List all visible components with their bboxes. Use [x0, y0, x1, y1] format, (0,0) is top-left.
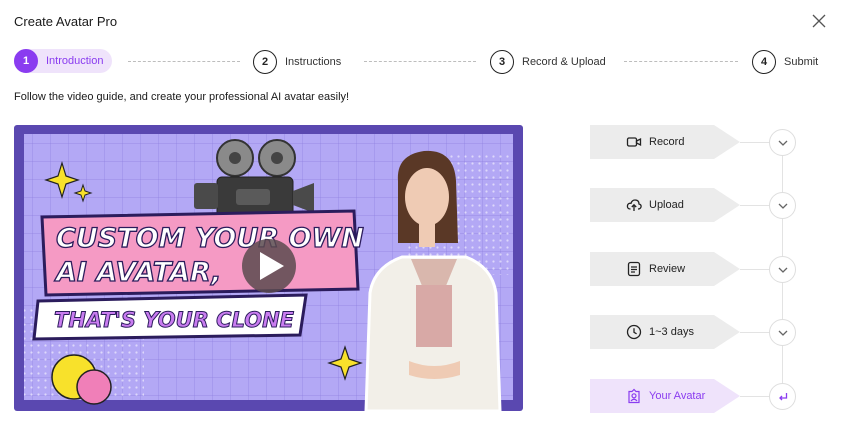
avatar-workflow: Record Upload Review 1~3 days Your Avata… [590, 125, 810, 415]
expand-upload-button[interactable] [769, 192, 796, 219]
your-avatar-action-button[interactable] [769, 383, 796, 410]
play-button[interactable] [242, 239, 296, 293]
expand-processing-button[interactable] [769, 319, 796, 346]
workflow-step-record: Record [590, 125, 740, 159]
step-submit[interactable]: 4 Submit [752, 49, 818, 75]
expand-record-button[interactable] [769, 129, 796, 156]
chevron-down-icon [778, 267, 787, 273]
intro-text: Follow the video guide, and create your … [14, 91, 350, 103]
workflow-connector [740, 142, 770, 143]
step-number: 1 [14, 49, 38, 73]
workflow-connector [740, 396, 770, 397]
step-label: Submit [784, 56, 819, 68]
workflow-step-review: Review [590, 252, 740, 286]
workflow-step-your-avatar: Your Avatar [590, 379, 740, 413]
workflow-step-label: Your Avatar [649, 390, 706, 402]
step-label: Instructions [285, 56, 342, 68]
return-arrow-icon [778, 392, 787, 400]
close-icon[interactable] [810, 12, 828, 30]
workflow-step-label: Upload [649, 199, 684, 211]
chevron-down-icon [778, 140, 787, 146]
document-icon [626, 261, 642, 277]
step-number: 4 [752, 50, 776, 74]
chevron-down-icon [778, 330, 787, 336]
step-divider [128, 61, 240, 62]
step-divider [364, 61, 476, 62]
step-divider [624, 61, 738, 62]
workflow-connector [740, 269, 770, 270]
avatar-badge-icon [626, 388, 642, 404]
workflow-step-label: Review [649, 263, 686, 275]
clock-icon [626, 324, 642, 340]
step-label: Record & Upload [522, 56, 606, 68]
step-instructions[interactable]: 2 Instructions [253, 49, 341, 75]
video-camera-icon [626, 134, 642, 150]
workflow-connector [740, 205, 770, 206]
step-label: Introduction [46, 55, 104, 67]
step-introduction[interactable]: 1 Introduction [14, 49, 113, 73]
cloud-upload-icon [626, 197, 642, 213]
workflow-step-label: Record [649, 136, 685, 148]
workflow-connector [740, 332, 770, 333]
step-record-upload[interactable]: 3 Record & Upload [490, 49, 606, 75]
dialog-title: Create Avatar Pro [14, 14, 118, 29]
workflow-step-label: 1~3 days [649, 326, 694, 338]
headline-line-2: AI AVATAR, [54, 257, 222, 288]
chevron-down-icon [778, 203, 787, 209]
headline-line-3: THAT'S YOUR CLONE [54, 308, 295, 332]
video-player[interactable]: CUSTOM YOUR OWN AI AVATAR, THAT'S YOUR C… [14, 125, 523, 411]
expand-review-button[interactable] [769, 256, 796, 283]
workflow-step-processing: 1~3 days [590, 315, 740, 349]
video-thumbnail: CUSTOM YOUR OWN AI AVATAR, THAT'S YOUR C… [24, 134, 513, 411]
step-number: 3 [490, 50, 514, 74]
headline-line-1: CUSTOM YOUR OWN [56, 223, 364, 254]
step-number: 2 [253, 50, 277, 74]
workflow-step-upload: Upload [590, 188, 740, 222]
decor-circle [76, 369, 112, 405]
